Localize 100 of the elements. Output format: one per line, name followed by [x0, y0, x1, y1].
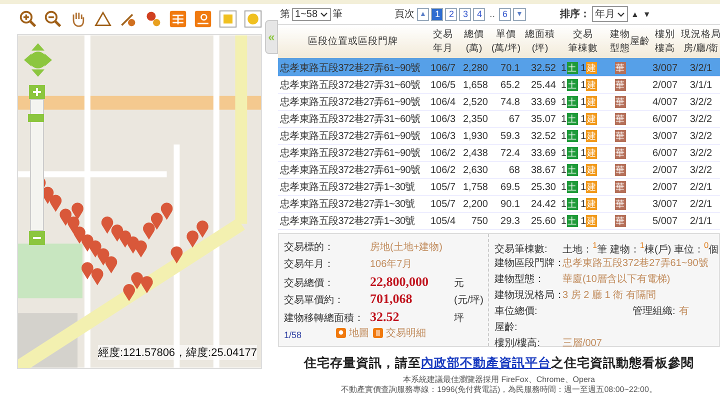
table-row[interactable]: 忠孝東路五段372巷27弄1~30號 105/4 750 29.3 25.60 1土 1建 華 5/007 2/1/1 — [278, 213, 720, 230]
table-row[interactable]: 忠孝東路五段372巷27弄31~60號 106/3 2,350 67 35.07 1土 1建 華 6/007 3/2/2 — [278, 111, 720, 128]
list-icon — [373, 328, 383, 338]
land-badge: 土 — [566, 62, 578, 74]
page-button[interactable]: 3 — [459, 8, 472, 20]
coordinates-text: 經度:121.57806，緯度:25.04177 — [98, 345, 257, 360]
triangle-icon[interactable] — [94, 10, 112, 28]
total-price-cell-text: 2,438 — [462, 148, 489, 158]
building-type-badge: 華 — [614, 79, 626, 91]
building-type-badge: 華 — [614, 113, 626, 125]
land-badge: 土 — [566, 215, 578, 227]
table-row[interactable]: 忠孝東路五段372巷27弄31~60號 106/5 1,658 65.2 25.44 1土 1建 華 2/007 3/1/1 — [278, 77, 720, 94]
area-cell-text: 25.60 — [530, 216, 557, 226]
total-price-cell-text: 750 — [470, 216, 489, 226]
notice-text: 住宅存量資訊，請至內政部不動產資訊平台之住宅資訊動態看板參閱 — [304, 355, 694, 370]
table-icon[interactable] — [169, 10, 187, 28]
zoom-slider[interactable] — [30, 99, 44, 231]
table-row[interactable]: 忠孝東路五段372巷27弄61~90號 106/4 2,520 74.8 33.69 1土 1建 華 4/007 3/2/2 — [278, 94, 720, 111]
zoom-out-icon[interactable] — [44, 10, 62, 28]
detail-label: 建物現況格局： — [494, 288, 558, 302]
floor-cell-text: 5/007 — [651, 216, 679, 226]
chevron-down-icon — [616, 12, 625, 16]
land-badge: 土 — [566, 164, 578, 176]
layout-cell-text: 3/2/2 — [688, 148, 714, 158]
page-button[interactable]: 6 — [499, 8, 512, 20]
page-button[interactable]: 2 — [445, 8, 458, 20]
land-badge: 土 — [566, 198, 578, 210]
building-type-badge: 華 — [614, 130, 626, 142]
detail-label: 交易單價約： — [284, 294, 345, 308]
platform-link[interactable]: 內政部不動產資訊平台 — [421, 355, 551, 370]
column-header: 樓別 樓高 — [654, 28, 676, 56]
sort-ascending-button[interactable]: ▲ — [630, 10, 640, 18]
detail-value: 106年7月 — [370, 258, 412, 271]
area-cell-text: 33.69 — [530, 96, 557, 108]
land-badge: 土 — [566, 96, 578, 108]
page-button[interactable]: 4 — [473, 8, 486, 20]
table-row[interactable]: 忠孝東路五段372巷27弄61~90號 106/7 2,280 70.1 32.52 1土 1建 華 3/007 3/2/1 — [278, 60, 720, 77]
land-count: 1 — [561, 114, 567, 124]
table-row[interactable]: 忠孝東路五段372巷27弄1~30號 105/7 2,200 90.1 24.42 1土 1建 華 3/007 2/2/1 — [278, 196, 720, 213]
total-price-cell-text: 2,630 — [462, 164, 489, 176]
building-badge: 建 — [586, 198, 598, 210]
column-header: 屋齡 — [632, 34, 648, 48]
range-select[interactable]: 1~58 — [292, 8, 331, 20]
date-cell-text: 105/4 — [429, 216, 457, 226]
date-cell-text: 105/7 — [429, 198, 457, 210]
page-button[interactable]: 1 — [431, 8, 444, 20]
address-cell-text: 忠孝東路五段372巷27弄61~90號 — [279, 164, 422, 177]
layout-cell-text: 3/1/1 — [688, 80, 714, 90]
detail-value: 土地：$^{1}$筆 建物：$^{1}$棟(戶) 車位：$^{0}$個 — [562, 240, 719, 256]
land-badge: 土 — [566, 113, 578, 125]
total-price-cell-text: 2,200 — [462, 198, 489, 210]
address-cell-text: 忠孝東路五段372巷27弄61~90號 — [279, 130, 422, 143]
table-row[interactable]: 忠孝東路五段372巷27弄61~90號 106/3 1,930 59.3 32.52 1土 1建 華 3/007 3/2/2 — [278, 128, 720, 145]
land-count: 1 — [561, 130, 567, 142]
record-counter: 1/58 — [284, 330, 303, 340]
building-badge: 建 — [586, 62, 598, 74]
layout-cell-text: 2/2/1 — [688, 198, 714, 210]
land-badge: 土 — [566, 79, 578, 91]
sort-select[interactable]: 年月 — [592, 6, 628, 22]
floor-cell-text: 2/007 — [651, 80, 679, 90]
zoom-in-button[interactable] — [29, 85, 45, 99]
total-price-cell-text: 2,280 — [462, 62, 489, 74]
detail-unit: (元/坪) — [454, 294, 484, 308]
floor-cell-text: 6/007 — [651, 148, 679, 158]
land-badge: 土 — [566, 130, 578, 142]
land-count: 1 — [561, 96, 567, 108]
column-header: 建物 型態 — [609, 28, 630, 56]
pan-control-icon[interactable] — [24, 43, 52, 77]
detail-label: 交易筆棟數: — [494, 242, 548, 256]
area-cell-text: 32.52 — [530, 130, 557, 142]
detail-value: 華廈(10層含以下有電梯) — [562, 272, 670, 286]
land-badge: 土 — [566, 147, 578, 159]
table-row[interactable]: 忠孝東路五段372巷27弄61~90號 106/2 2,630 68 38.67 1土 1建 華 2/007 3/2/2 — [278, 162, 720, 179]
chevron-down-icon — [320, 12, 328, 16]
sort-descending-button[interactable]: ▼ — [642, 10, 652, 18]
zoom-in-icon[interactable] — [19, 10, 37, 28]
unit-price-cell-text: 68 — [508, 164, 521, 176]
building-count: 1 — [580, 130, 586, 142]
building-type-badge: 華 — [614, 215, 626, 227]
building-count: 1 — [580, 216, 586, 226]
column-header: 交易 年月 — [432, 28, 454, 56]
zoom-slider-thumb[interactable] — [28, 114, 44, 122]
zoom-out-button[interactable] — [29, 231, 45, 245]
sort-label: 排序： — [560, 7, 590, 21]
building-count: 1 — [580, 114, 586, 124]
building-badge: 建 — [586, 215, 598, 227]
detail-value: 22,800,000 — [370, 274, 430, 290]
area-cell-text: 32.52 — [530, 62, 557, 74]
page-label: 頁次 — [394, 8, 415, 21]
page-gap: .. — [488, 8, 496, 20]
unit-price-cell-text: 65.2 — [500, 80, 521, 90]
area-cell-text: 24.42 — [530, 198, 557, 210]
detail-label: 建物區段門牌： — [494, 256, 558, 270]
date-cell-text: 106/3 — [429, 130, 457, 142]
column-header: 交易 筆棟數 — [567, 28, 599, 56]
detail-label: 建物型態： — [494, 272, 546, 286]
range-suffix: 筆 — [332, 8, 343, 21]
table-row[interactable]: 忠孝東路五段372巷27弄61~90號 106/2 2,438 72.4 33.69 1土 1建 華 6/007 3/2/2 — [278, 145, 720, 162]
table-row[interactable]: 忠孝東路五段372巷27弄1~30號 105/7 1,758 69.5 25.30 1土 1建 華 2/007 2/2/1 — [278, 179, 720, 196]
detail-label: 樓別/樓高: — [494, 336, 542, 350]
